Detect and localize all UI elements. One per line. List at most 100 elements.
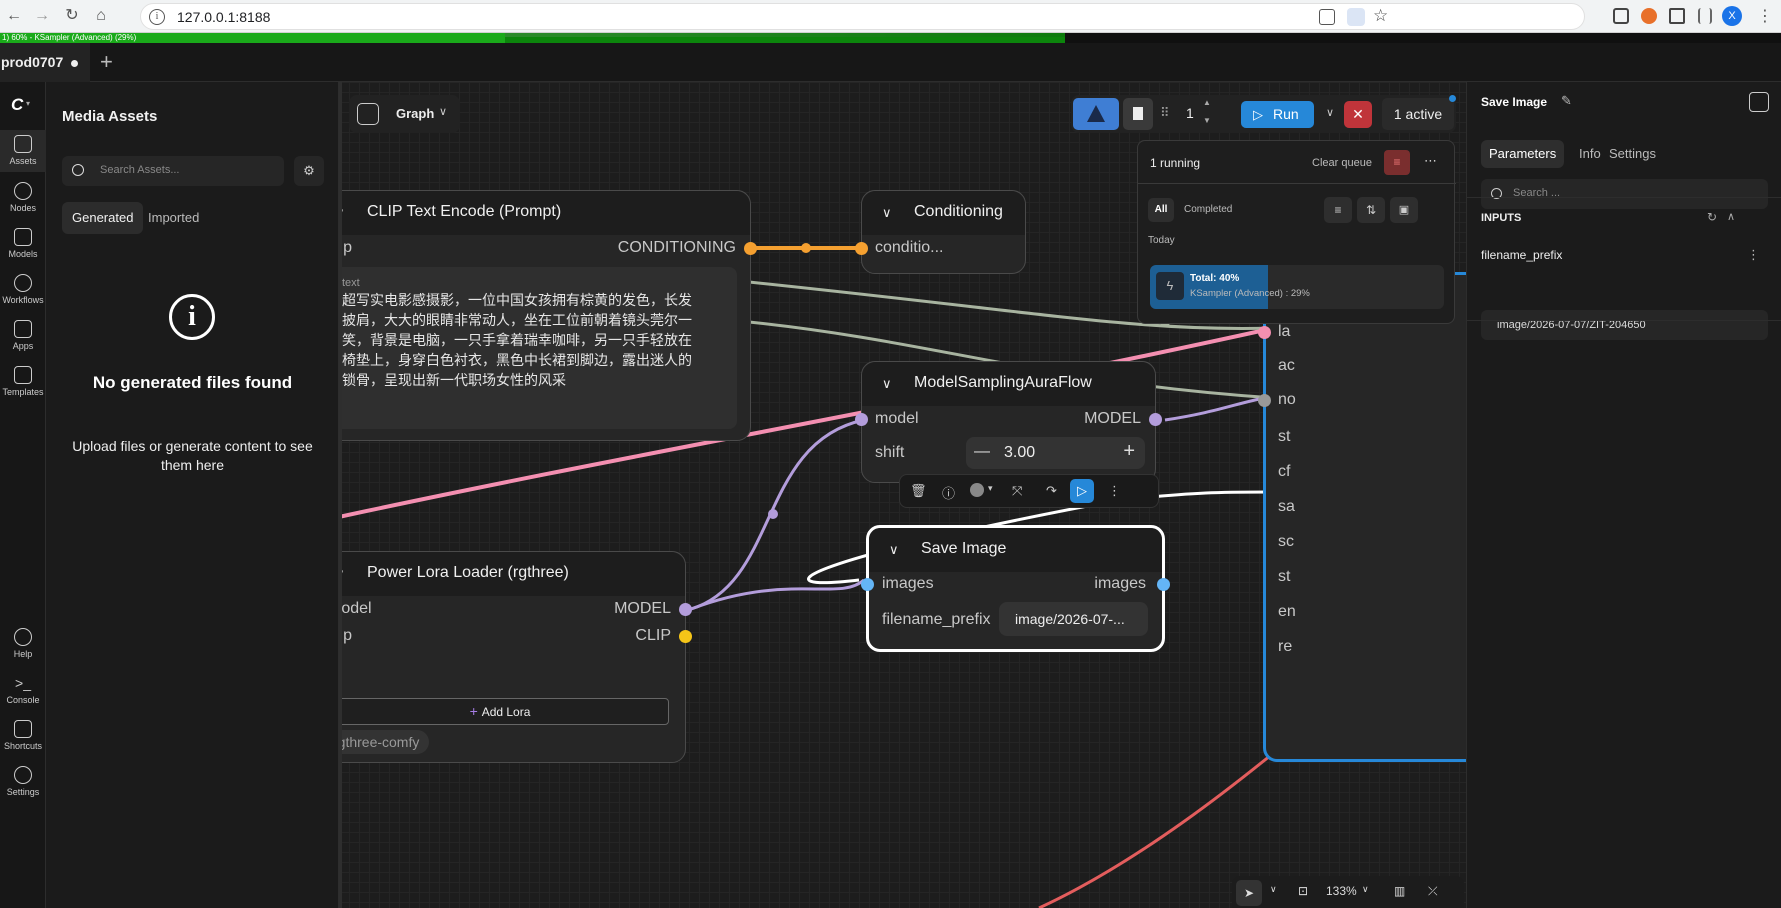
comfy-logo[interactable]: C (11, 95, 23, 115)
clear-queue-icon[interactable]: ≡ (1384, 150, 1410, 175)
batch-count[interactable]: 1 (1186, 105, 1194, 121)
clip-output-dot[interactable] (679, 630, 692, 643)
address-bar[interactable]: i 127.0.0.1:8188 ☆ (140, 3, 1585, 30)
sidebar-item-assets[interactable]: Assets (0, 130, 46, 172)
tab-parameters[interactable]: Parameters (1481, 140, 1565, 168)
tab-completed[interactable]: Completed (1184, 204, 1232, 215)
redo-icon[interactable]: ↷ (1046, 483, 1057, 499)
run-button[interactable]: ▷ Run (1241, 101, 1314, 128)
zoom-level[interactable]: 133% (1326, 884, 1357, 898)
chevron-down-icon[interactable]: ∨ (882, 205, 892, 221)
tab-imported[interactable]: Imported (138, 202, 209, 234)
node-header[interactable]: ∨ CLIP Text Encode (Prompt) (339, 191, 750, 235)
sidebar-item-apps[interactable]: Apps (0, 320, 46, 351)
active-queue-button[interactable]: 1 active (1382, 98, 1454, 130)
conditioning-output-dot[interactable] (744, 242, 757, 255)
edit-icon[interactable]: ✎ (1561, 93, 1572, 109)
chevron-down-icon[interactable]: ∨ (882, 376, 892, 392)
node-header[interactable]: ∨ Power Lora Loader (rgthree) (339, 552, 685, 596)
toggle-panel-icon[interactable] (1749, 92, 1769, 112)
node-model-sampling-auraflow[interactable]: ∨ ModelSamplingAuraFlow model MODEL shif… (855, 361, 1162, 483)
node-header[interactable]: ∨ ModelSamplingAuraFlow (862, 362, 1155, 406)
decrement-button[interactable]: — (974, 443, 990, 461)
hide-links-icon[interactable]: ⤫ (1428, 884, 1438, 899)
tab-generated[interactable]: Generated (62, 202, 144, 234)
tab-all[interactable]: All (1148, 198, 1174, 222)
conditioning-input-dot[interactable] (855, 242, 868, 255)
latent-input-dot[interactable] (1258, 326, 1271, 339)
node-power-lora-loader[interactable]: ∨ Power Lora Loader (rgthree) model clip… (339, 551, 692, 763)
images-input-dot[interactable] (861, 578, 874, 591)
image-view-icon[interactable]: ▣ (1390, 197, 1418, 223)
install-app-icon[interactable] (1347, 8, 1365, 26)
tab-settings[interactable]: Settings (1601, 140, 1664, 168)
prompt-textarea[interactable]: text 超写实电影感摄影，一位中国女孩拥有棕黄的发色，长发披肩，大大的眼睛非常… (339, 267, 737, 429)
drag-handle-icon[interactable]: ⠿ (1160, 105, 1170, 121)
sidebar-item-nodes[interactable]: Nodes (0, 182, 46, 213)
node-conditioning[interactable]: ∨ Conditioning conditio... (855, 190, 1026, 274)
bookmark-star-icon[interactable]: ☆ (1373, 6, 1388, 26)
filter-icon[interactable]: ≡ (1324, 197, 1352, 223)
images-output-dot[interactable] (1157, 578, 1170, 591)
reroute-dot[interactable] (801, 243, 811, 253)
profile-avatar[interactable]: X (1722, 6, 1742, 26)
sidebar-item-workflows[interactable]: Workflows (0, 274, 46, 305)
node-header[interactable]: ∨ Conditioning (862, 191, 1025, 235)
sort-icon[interactable]: ⇅ (1357, 197, 1385, 223)
logo-button[interactable] (1073, 98, 1119, 130)
bookmark-button[interactable] (1123, 98, 1153, 130)
sidebar-item-models[interactable]: Models (0, 228, 46, 259)
filter-settings-button[interactable]: ⚙ (294, 156, 324, 186)
increment-icon[interactable]: ▲ (1203, 98, 1211, 107)
model-input-dot[interactable] (855, 413, 868, 426)
sidebar-item-templates[interactable]: Templates (0, 366, 46, 397)
menu-icon[interactable]: ⋮ (1757, 6, 1773, 26)
workflow-tab[interactable]: prod0707 (0, 43, 90, 82)
chevron-down-icon[interactable]: ∨ (1362, 884, 1369, 895)
sidebar-item-console[interactable]: >_ Console (0, 674, 46, 705)
reload-icon[interactable]: ↻ (62, 6, 82, 26)
extension-orange-icon[interactable] (1641, 8, 1657, 24)
sidebar-item-shortcuts[interactable]: Shortcuts (0, 720, 46, 751)
bypass-icon[interactable]: ⤧ (1012, 483, 1022, 499)
info-icon[interactable]: ⓘ (942, 483, 955, 502)
node-save-image[interactable]: ∨ Save Image images images filename_pref… (861, 525, 1170, 652)
chevron-down-icon[interactable]: ∨ (1270, 884, 1277, 895)
pointer-icon[interactable]: ➤ (1236, 880, 1262, 906)
cancel-run-button[interactable]: ✕ (1344, 101, 1372, 128)
chevron-down-icon[interactable]: ▾ (26, 99, 30, 108)
reset-icon[interactable]: ↻ (1707, 210, 1717, 224)
sidebar-item-help[interactable]: Help (0, 628, 46, 659)
sidepanel-icon[interactable] (1698, 8, 1712, 24)
back-icon[interactable]: ← (4, 6, 24, 26)
chevron-down-icon[interactable]: ▾ (988, 483, 993, 494)
minimap-icon[interactable]: ▥ (1394, 884, 1405, 898)
node-ksampler-advanced[interactable]: no la ac no st cf sa sc st en re (1258, 272, 1466, 762)
color-picker-icon[interactable] (970, 483, 984, 497)
more-icon[interactable]: ⋮ (1108, 483, 1121, 499)
node-header[interactable]: ∨ Save Image (869, 528, 1162, 572)
asset-search-input[interactable]: Search Assets... (62, 156, 284, 186)
home-icon[interactable]: ⌂ (91, 6, 111, 26)
model-output-dot[interactable] (1149, 413, 1162, 426)
extension-icon[interactable] (1613, 8, 1629, 24)
add-lora-button[interactable]: + Add Lora (339, 698, 669, 725)
reroute-dot[interactable] (768, 509, 778, 519)
chevron-down-icon[interactable]: ∨ (1326, 106, 1334, 119)
chevron-up-icon[interactable]: ∧ (1727, 210, 1735, 223)
chevron-down-icon[interactable]: ∨ (889, 542, 899, 558)
input-dot[interactable] (1258, 394, 1271, 407)
model-output-dot[interactable] (679, 603, 692, 616)
canvas-splitter[interactable] (339, 82, 342, 908)
node-clip-text-encode[interactable]: ∨ CLIP Text Encode (Prompt) clip CONDITI… (339, 190, 757, 441)
puzzle-icon[interactable] (1669, 8, 1685, 24)
fit-view-icon[interactable]: ⊡ (1298, 884, 1308, 898)
site-info-icon[interactable]: i (149, 9, 165, 25)
clear-queue-button[interactable]: Clear queue (1312, 157, 1372, 169)
parameter-search-input[interactable]: Search ... (1481, 179, 1768, 209)
run-node-button[interactable]: ▷ (1070, 479, 1094, 503)
filename-prefix-input[interactable]: image/2026-07-07/ZIT-204650 (1481, 310, 1768, 340)
graph-mode-button[interactable]: Graph ∨ (349, 95, 460, 133)
trash-icon[interactable]: 🗑 (910, 483, 927, 499)
more-icon[interactable]: ⋯ (1424, 153, 1437, 169)
